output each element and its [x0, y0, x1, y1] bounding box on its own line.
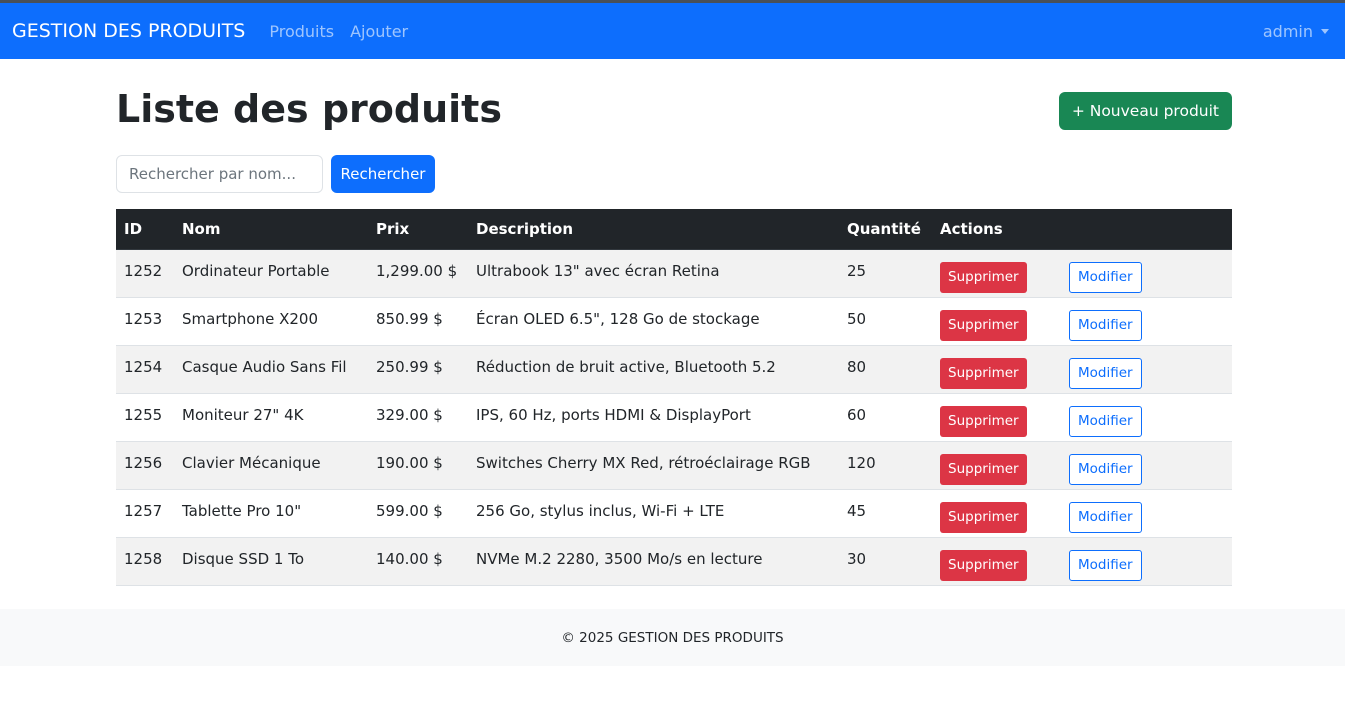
cell-nom: Casque Audio Sans Fil [174, 345, 368, 394]
header-description: Description [468, 209, 839, 250]
search-input[interactable] [116, 155, 323, 193]
cell-edit: Modifier [1061, 537, 1232, 586]
cell-description: Switches Cherry MX Red, rétroéclairage R… [468, 441, 839, 490]
edit-button[interactable]: Modifier [1069, 405, 1142, 437]
delete-button[interactable]: Supprimer [940, 405, 1027, 437]
cell-nom: Smartphone X200 [174, 297, 368, 346]
header-id: ID [116, 209, 174, 250]
cell-prix: 190.00 $ [368, 441, 468, 490]
cell-description: Écran OLED 6.5", 128 Go de stockage [468, 297, 839, 346]
cell-edit: Modifier [1061, 393, 1232, 442]
cell-prix: 250.99 $ [368, 345, 468, 394]
cell-quantite: 30 [839, 537, 932, 586]
cell-quantite: 50 [839, 297, 932, 346]
cell-prix: 1,299.00 $ [368, 249, 468, 298]
cell-id: 1254 [116, 345, 174, 394]
edit-button[interactable]: Modifier [1069, 501, 1142, 533]
navbar: GESTION DES PRODUITS Produits Ajouter ad… [0, 3, 1345, 59]
cell-id: 1256 [116, 441, 174, 490]
cell-description: 256 Go, stylus inclus, Wi-Fi + LTE [468, 489, 839, 538]
header-actions: Actions [932, 209, 1061, 250]
new-product-button[interactable]: + Nouveau produit [1058, 92, 1232, 130]
table-body: 1252 Ordinateur Portable 1,299.00 $ Ultrabo… [116, 249, 1232, 586]
cell-quantite: 25 [839, 249, 932, 298]
cell-edit: Modifier [1061, 345, 1232, 394]
table-row: 1254 Casque Audio Sans Fil 250.99 $ Réducti… [116, 345, 1232, 394]
delete-button[interactable]: Supprimer [940, 261, 1027, 293]
table-row: 1255 Moniteur 27" 4K 329.00 $ IPS, 60 Hz, p… [116, 393, 1232, 442]
cell-nom: Moniteur 27" 4K [174, 393, 368, 442]
cell-edit: Modifier [1061, 441, 1232, 490]
delete-button[interactable]: Supprimer [940, 453, 1027, 485]
user-dropdown[interactable]: admin [1263, 22, 1329, 41]
edit-button[interactable]: Modifier [1069, 549, 1142, 581]
table-row: 1257 Tablette Pro 10" 599.00 $256 Go, styl… [116, 489, 1232, 538]
cell-quantite: 60 [839, 393, 932, 442]
page-title: Liste des produits [116, 87, 502, 131]
cell-delete: Supprimer [932, 345, 1061, 394]
footer-text: © 2025 GESTION DES PRODUITS [561, 629, 784, 646]
header-empty [1061, 209, 1232, 250]
delete-button[interactable]: Supprimer [940, 357, 1027, 389]
nav-link-ajouter[interactable]: Ajouter [350, 22, 408, 41]
cell-delete: Supprimer [932, 249, 1061, 298]
cell-nom: Tablette Pro 10" [174, 489, 368, 538]
delete-button[interactable]: Supprimer [940, 549, 1027, 581]
cell-delete: Supprimer [932, 393, 1061, 442]
header-prix: Prix [368, 209, 468, 250]
header-nom: Nom [174, 209, 368, 250]
products-table: ID Nom Prix Description Quantité Actions… [116, 209, 1232, 586]
cell-edit: Modifier [1061, 249, 1232, 298]
cell-nom: Clavier Mécanique [174, 441, 368, 490]
cell-id: 1253 [116, 297, 174, 346]
table-header-row: ID Nom Prix Description Quantité Actions [116, 209, 1232, 250]
cell-nom: Ordinateur Portable [174, 249, 368, 298]
edit-button[interactable]: Modifier [1069, 261, 1142, 293]
edit-button[interactable]: Modifier [1069, 309, 1142, 341]
nav-link-produits[interactable]: Produits [269, 22, 334, 41]
cell-id: 1252 [116, 249, 174, 298]
edit-button[interactable]: Modifier [1069, 357, 1142, 389]
footer: © 2025 GESTION DES PRODUITS [0, 609, 1345, 666]
cell-quantite: 120 [839, 441, 932, 490]
cell-quantite: 80 [839, 345, 932, 394]
cell-description: IPS, 60 Hz, ports HDMI & DisplayPort [468, 393, 839, 442]
cell-quantite: 45 [839, 489, 932, 538]
search-button[interactable]: Rechercher [331, 155, 435, 193]
cell-id: 1255 [116, 393, 174, 442]
cell-description: NVMe M.2 2280, 3500 Mo/s en lecture [468, 537, 839, 586]
delete-button[interactable]: Supprimer [940, 309, 1027, 341]
cell-delete: Supprimer [932, 297, 1061, 346]
cell-nom: Disque SSD 1 To [174, 537, 368, 586]
cell-delete: Supprimer [932, 489, 1061, 538]
cell-prix: 850.99 $ [368, 297, 468, 346]
cell-edit: Modifier [1061, 297, 1232, 346]
cell-description: Ultrabook 13" avec écran Retina [468, 249, 839, 298]
cell-id: 1258 [116, 537, 174, 586]
navbar-brand[interactable]: GESTION DES PRODUITS [12, 20, 245, 42]
cell-delete: Supprimer [932, 537, 1061, 586]
table-row: 1258 Disque SSD 1 To 140.00 $ NVMe M.2 2280… [116, 537, 1232, 586]
cell-prix: 140.00 $ [368, 537, 468, 586]
cell-description: Réduction de bruit active, Bluetooth 5.2 [468, 345, 839, 394]
table-row: 1253 Smartphone X200 850.99 $ Écran OLED 6.… [116, 297, 1232, 346]
cell-id: 1257 [116, 489, 174, 538]
user-name: admin [1262, 21, 1313, 41]
cell-edit: Modifier [1061, 489, 1232, 538]
cell-prix: 329.00 $ [368, 393, 468, 442]
table-row: 1256 Clavier Mécanique 190.00 $ Switches Ch… [116, 441, 1232, 490]
cell-delete: Supprimer [932, 441, 1061, 490]
edit-button[interactable]: Modifier [1069, 453, 1142, 485]
delete-button[interactable]: Supprimer [940, 501, 1027, 533]
cell-prix: 599.00 $ [368, 489, 468, 538]
table-row: 1252 Ordinateur Portable 1,299.00 $ Ultrabo… [116, 249, 1232, 298]
header-quantite: Quantité [839, 209, 932, 250]
caret-down-icon [1321, 28, 1329, 34]
